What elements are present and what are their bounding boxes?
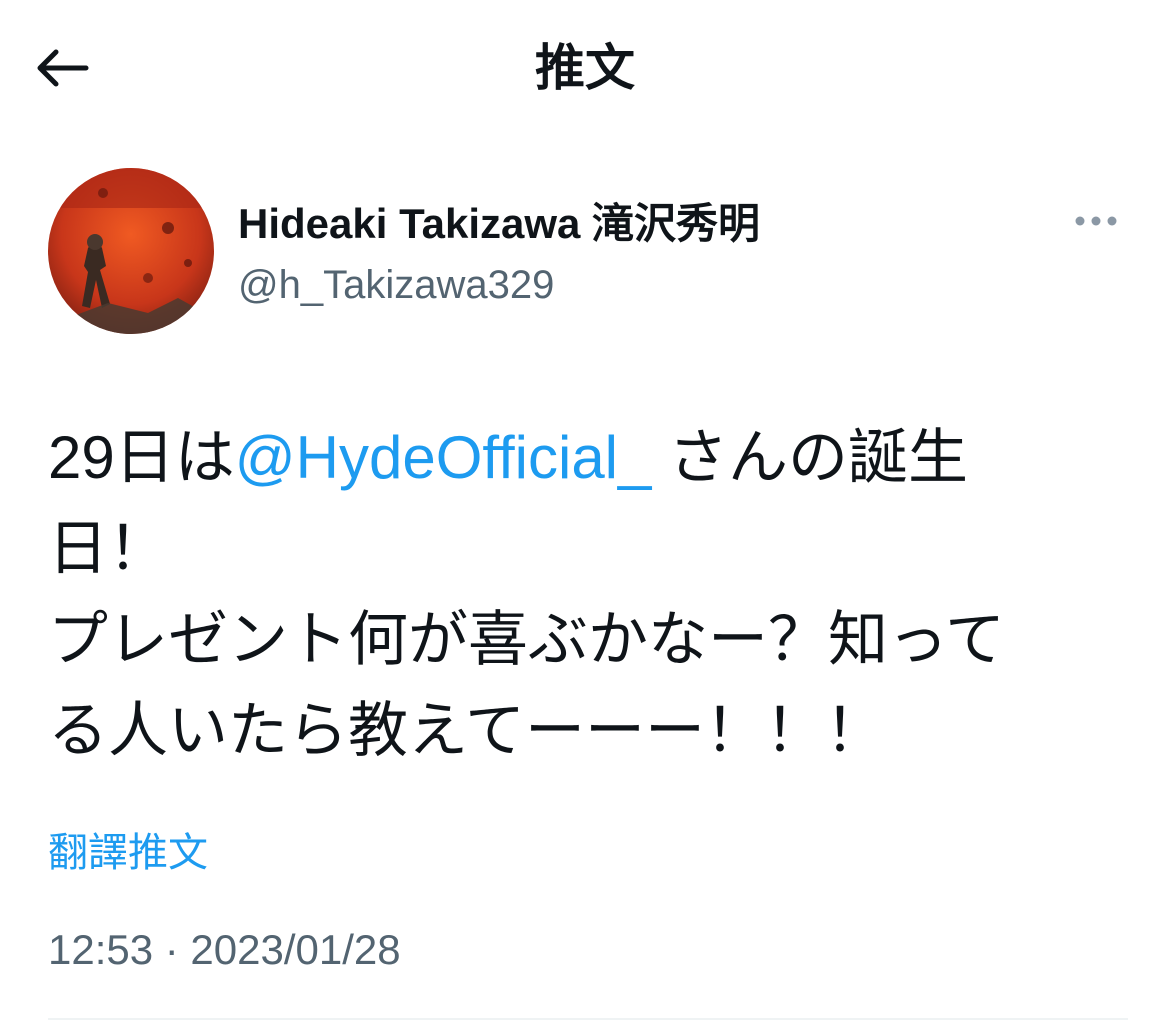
tweet-line: 29日は@HydeOfficial_ さんの誕生 — [48, 412, 1128, 503]
more-horizontal-icon — [1075, 216, 1117, 226]
tweet-author: Hideaki Takizawa 滝沢秀明 @h_Takizawa329 — [48, 168, 1128, 338]
avatar[interactable] — [48, 168, 214, 334]
tweet-body: 29日は@HydeOfficial_ さんの誕生 日！ プレゼント何が喜ぶかなー… — [48, 412, 1128, 776]
page-title: 推文 — [535, 40, 635, 96]
tweet-timestamp[interactable]: 12:53 · 2023/01/28 — [48, 922, 401, 978]
top-bar: 推文 — [0, 0, 1170, 140]
author-handle[interactable]: @h_Takizawa329 — [238, 260, 554, 310]
author-display-name[interactable]: Hideaki Takizawa 滝沢秀明 — [238, 198, 760, 250]
mention-link[interactable]: @HydeOfficial_ — [235, 424, 652, 491]
translate-tweet-link[interactable]: 翻譯推文 — [48, 826, 208, 880]
tweet-text-segment: 29日は — [48, 424, 235, 491]
tweet-line: プレゼント何が喜ぶかなー？知って — [48, 606, 1005, 673]
tweet-text-segment: さんの誕生 — [651, 424, 969, 491]
more-options-button[interactable] — [1068, 206, 1124, 236]
divider — [48, 1018, 1128, 1020]
tweet-line: る人いたら教えてーーー！！！ — [48, 697, 885, 764]
tweet-line: 日！ — [48, 515, 168, 582]
